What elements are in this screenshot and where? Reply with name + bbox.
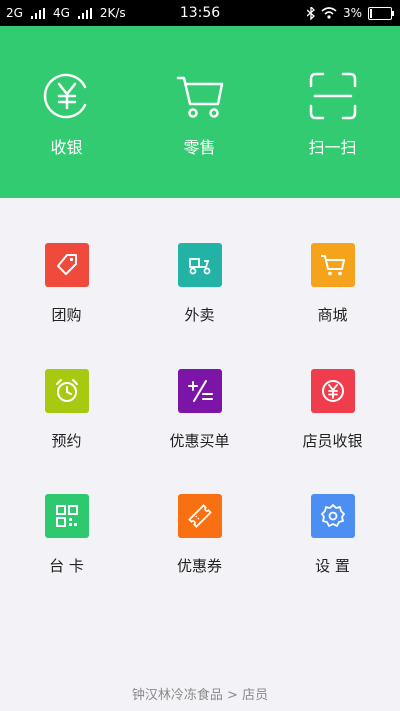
group-buy-button[interactable]: 团购	[0, 243, 133, 353]
cashier-button[interactable]: 收银	[0, 26, 133, 198]
shopping-cart-icon	[176, 76, 223, 118]
store-breadcrumb[interactable]: 钟汉林冷冻食品 > 店员	[0, 684, 400, 703]
battery-percent: 3%	[342, 6, 362, 20]
alarm-clock-icon	[44, 369, 89, 413]
coupon-button[interactable]: 优惠券	[133, 494, 266, 604]
retail-label: 零售	[183, 138, 216, 157]
scan-label: 扫一扫	[308, 138, 357, 157]
reservation-button[interactable]: 预约	[0, 369, 133, 479]
settings-button[interactable]: 设 置	[266, 494, 399, 604]
tag-icon	[44, 243, 89, 287]
takeout-button[interactable]: 外卖	[133, 243, 266, 353]
yuan-circle-icon	[43, 73, 86, 119]
scan-frame-icon	[309, 72, 356, 120]
gear-icon	[310, 494, 355, 538]
bluetooth-icon	[306, 6, 315, 20]
shopping-cart-icon	[310, 243, 355, 287]
reservation-label: 预约	[51, 432, 82, 450]
staff-cashier-button[interactable]: 店员收银	[266, 369, 399, 479]
wifi-icon	[321, 7, 337, 19]
cashier-label: 收银	[50, 138, 83, 157]
delivery-scooter-icon	[177, 243, 222, 287]
status-bar: 2G 4G 2K/s 13:56 3%	[0, 0, 400, 26]
settings-label: 设 置	[315, 557, 350, 575]
discount-pay-label: 优惠买单	[169, 432, 230, 450]
takeout-label: 外卖	[184, 306, 215, 324]
staff-cashier-label: 店员收银	[302, 432, 363, 450]
mall-label: 商城	[317, 306, 348, 324]
mall-button[interactable]: 商城	[266, 243, 399, 353]
coupon-label: 优惠券	[176, 557, 222, 575]
table-card-button[interactable]: 台 卡	[0, 494, 133, 604]
discount-icon	[177, 369, 222, 413]
battery-icon	[368, 6, 394, 20]
hero-actions: 收银 零售 扫一扫	[0, 26, 400, 198]
yuan-circle-icon	[310, 369, 355, 413]
qr-code-icon	[44, 494, 89, 538]
scan-button[interactable]: 扫一扫	[266, 26, 399, 198]
table-card-label: 台 卡	[49, 557, 84, 575]
discount-pay-button[interactable]: 优惠买单	[133, 369, 266, 479]
group-buy-label: 团购	[51, 306, 82, 324]
coupon-icon	[177, 494, 222, 538]
retail-button[interactable]: 零售	[133, 26, 266, 198]
